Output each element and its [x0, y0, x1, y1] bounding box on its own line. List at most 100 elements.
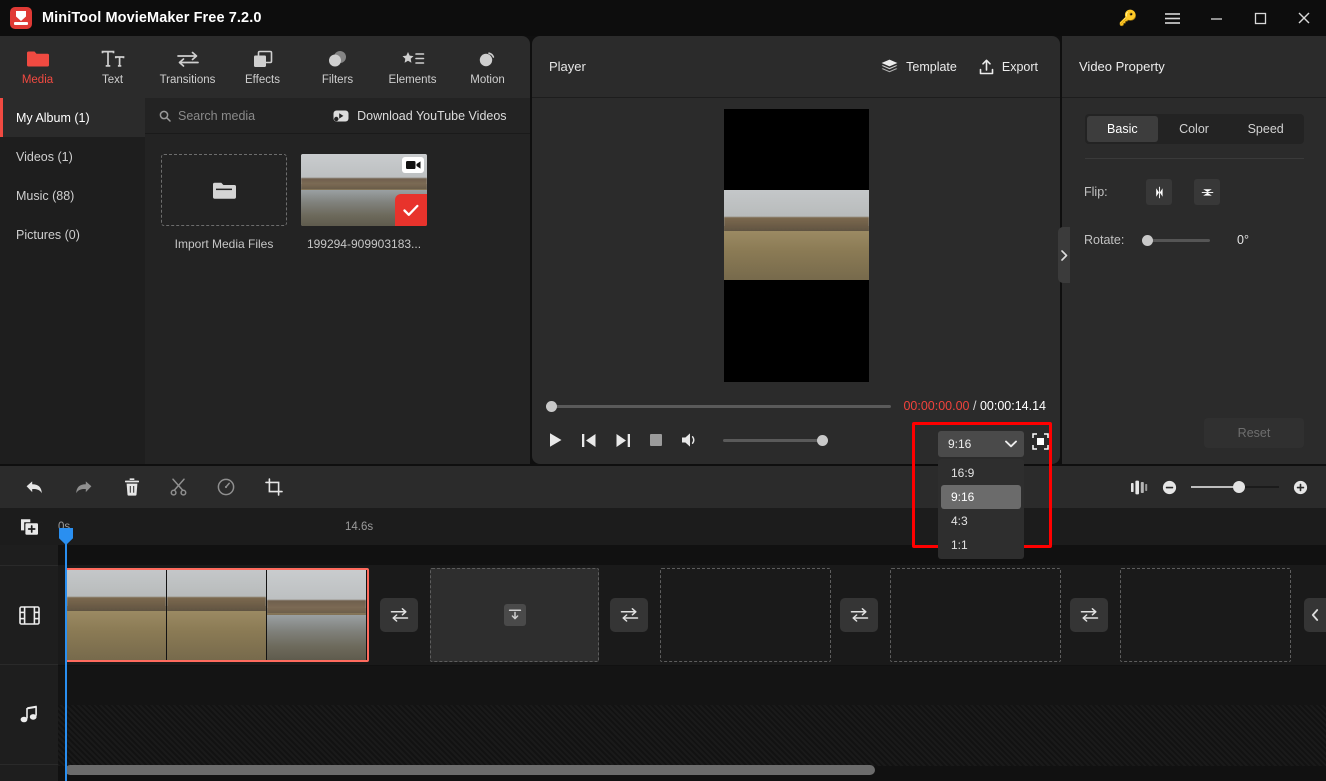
split-icon[interactable]	[170, 478, 187, 496]
player-stage[interactable]	[532, 99, 1060, 392]
template-button[interactable]: Template	[881, 59, 957, 74]
empty-drop-slot[interactable]	[890, 568, 1061, 662]
template-icon	[881, 59, 898, 74]
aspect-ratio-options: 16:9 9:16 4:3 1:1	[938, 459, 1024, 559]
import-media-files-button[interactable]	[161, 154, 287, 226]
ribbon-item-media[interactable]: Media	[0, 36, 75, 98]
fullscreen-icon[interactable]	[1032, 433, 1049, 450]
aspect-ratio-option-9-16[interactable]: 9:16	[941, 485, 1021, 509]
timeline-ruler[interactable]: 0s 14.6s	[0, 508, 1326, 545]
video-clip[interactable]	[65, 568, 369, 662]
sidebar-item-my-album[interactable]: My Album (1)	[0, 98, 145, 137]
title-bar: MiniTool MovieMaker Free 7.2.0 🔑	[0, 0, 1326, 36]
hamburger-menu-icon[interactable]	[1150, 0, 1194, 36]
aspect-ratio-select[interactable]: 9:16	[938, 431, 1024, 457]
video-track-row[interactable]	[58, 565, 1326, 665]
tab-basic[interactable]: Basic	[1086, 116, 1159, 142]
player-actions: Template Export	[881, 59, 1038, 75]
redo-icon[interactable]	[74, 479, 94, 495]
key-icon[interactable]: 🔑	[1106, 0, 1150, 36]
previous-frame-icon[interactable]	[581, 433, 597, 448]
export-button[interactable]: Export	[979, 59, 1038, 75]
search-input[interactable]: Search media	[159, 109, 255, 123]
media-item[interactable]: 199294-909903183...	[301, 154, 427, 251]
zoom-in-icon[interactable]	[1293, 480, 1308, 495]
transition-swap-icon[interactable]	[610, 598, 648, 632]
collapse-panel-button[interactable]	[1058, 227, 1070, 283]
sidebar-item-pictures[interactable]: Pictures (0)	[0, 215, 145, 254]
clip-frame	[167, 570, 267, 660]
volume-handle[interactable]	[817, 434, 828, 446]
stop-icon[interactable]	[649, 433, 663, 447]
timeline-zoom-slider[interactable]	[1191, 481, 1279, 493]
seek-handle[interactable]	[546, 400, 557, 412]
current-time: 00:00:00.00	[903, 399, 970, 413]
youtube-download-icon	[333, 110, 349, 122]
window-controls: 🔑	[1106, 0, 1326, 36]
effects-icon	[252, 48, 274, 70]
video-type-icon	[402, 157, 424, 173]
volume-icon[interactable]	[681, 432, 699, 448]
export-label: Export	[1001, 59, 1038, 74]
flip-row: Flip:	[1062, 177, 1326, 207]
edit-tools	[0, 466, 1326, 508]
time-separator: /	[972, 399, 977, 413]
audio-track-row[interactable]	[58, 666, 1326, 766]
video-track-icon[interactable]	[0, 565, 58, 665]
seek-slider[interactable]	[546, 400, 892, 412]
transition-swap-icon[interactable]	[1070, 598, 1108, 632]
aspect-ratio-option-4-3[interactable]: 4:3	[941, 509, 1021, 533]
video-preview[interactable]	[723, 109, 869, 382]
split-view-icon[interactable]	[1130, 480, 1148, 495]
transition-swap-icon[interactable]	[840, 598, 878, 632]
timeline-horizontal-scrollbar[interactable]	[65, 765, 875, 775]
empty-drop-slot[interactable]	[1120, 568, 1291, 662]
download-youtube-videos-button[interactable]: Download YouTube Videos	[333, 109, 507, 123]
tab-color[interactable]: Color	[1158, 116, 1230, 142]
aspect-ratio-option-16-9[interactable]: 16:9	[941, 461, 1021, 485]
flip-vertical-icon[interactable]	[1194, 179, 1220, 205]
timeline-zoom-controls	[1130, 466, 1308, 508]
ribbon-item-filters[interactable]: Filters	[300, 36, 375, 98]
timeline-zoom-handle[interactable]	[1233, 481, 1245, 493]
rotate-handle[interactable]	[1142, 234, 1153, 246]
volume-slider[interactable]	[723, 434, 828, 446]
ribbon-item-text[interactable]: Text	[75, 36, 150, 98]
maximize-icon[interactable]	[1238, 0, 1282, 36]
add-media-track-icon[interactable]	[0, 508, 58, 545]
ribbon-item-transitions[interactable]: Transitions	[150, 36, 225, 98]
sidebar-item-music[interactable]: Music (88)	[0, 176, 145, 215]
next-frame-icon[interactable]	[615, 433, 631, 448]
flip-horizontal-icon[interactable]	[1146, 179, 1172, 205]
crop-icon[interactable]	[265, 478, 283, 496]
media-thumbnail[interactable]	[301, 154, 427, 226]
aspect-ratio-highlight: 9:16 16:9 9:16 4:3 1:1	[912, 422, 1052, 559]
playhead[interactable]	[65, 528, 67, 781]
minimize-icon[interactable]	[1194, 0, 1238, 36]
transition-swap-icon[interactable]	[380, 598, 418, 632]
tab-speed[interactable]: Speed	[1230, 116, 1302, 142]
ribbon-item-elements[interactable]: Elements	[375, 36, 450, 98]
aspect-ratio-option-1-1[interactable]: 1:1	[941, 533, 1021, 557]
zoom-out-icon[interactable]	[1162, 480, 1177, 495]
undo-icon[interactable]	[24, 479, 44, 495]
play-icon[interactable]	[548, 432, 563, 448]
empty-drop-slot[interactable]	[660, 568, 831, 662]
ribbon-item-effects[interactable]: Effects	[225, 36, 300, 98]
timeline-tracks[interactable]	[58, 545, 1326, 781]
chevron-left-icon[interactable]	[1304, 598, 1326, 632]
audio-track-icon[interactable]	[0, 665, 58, 765]
app-logo-icon	[10, 7, 32, 29]
reset-button[interactable]: Reset	[1204, 418, 1304, 448]
sidebar-item-videos[interactable]: Videos (1)	[0, 137, 145, 176]
download-drop-slot[interactable]	[430, 568, 599, 662]
close-icon[interactable]	[1282, 0, 1326, 36]
speed-icon[interactable]	[217, 478, 235, 496]
import-media-cell[interactable]: Import Media Files	[161, 154, 287, 251]
delete-icon[interactable]	[124, 478, 140, 496]
ribbon-label: Media	[21, 74, 54, 86]
chevron-down-icon	[1005, 440, 1017, 448]
rotate-slider[interactable]	[1142, 234, 1210, 246]
ribbon-item-motion[interactable]: Motion	[450, 36, 525, 98]
selected-check-icon[interactable]	[395, 194, 427, 226]
